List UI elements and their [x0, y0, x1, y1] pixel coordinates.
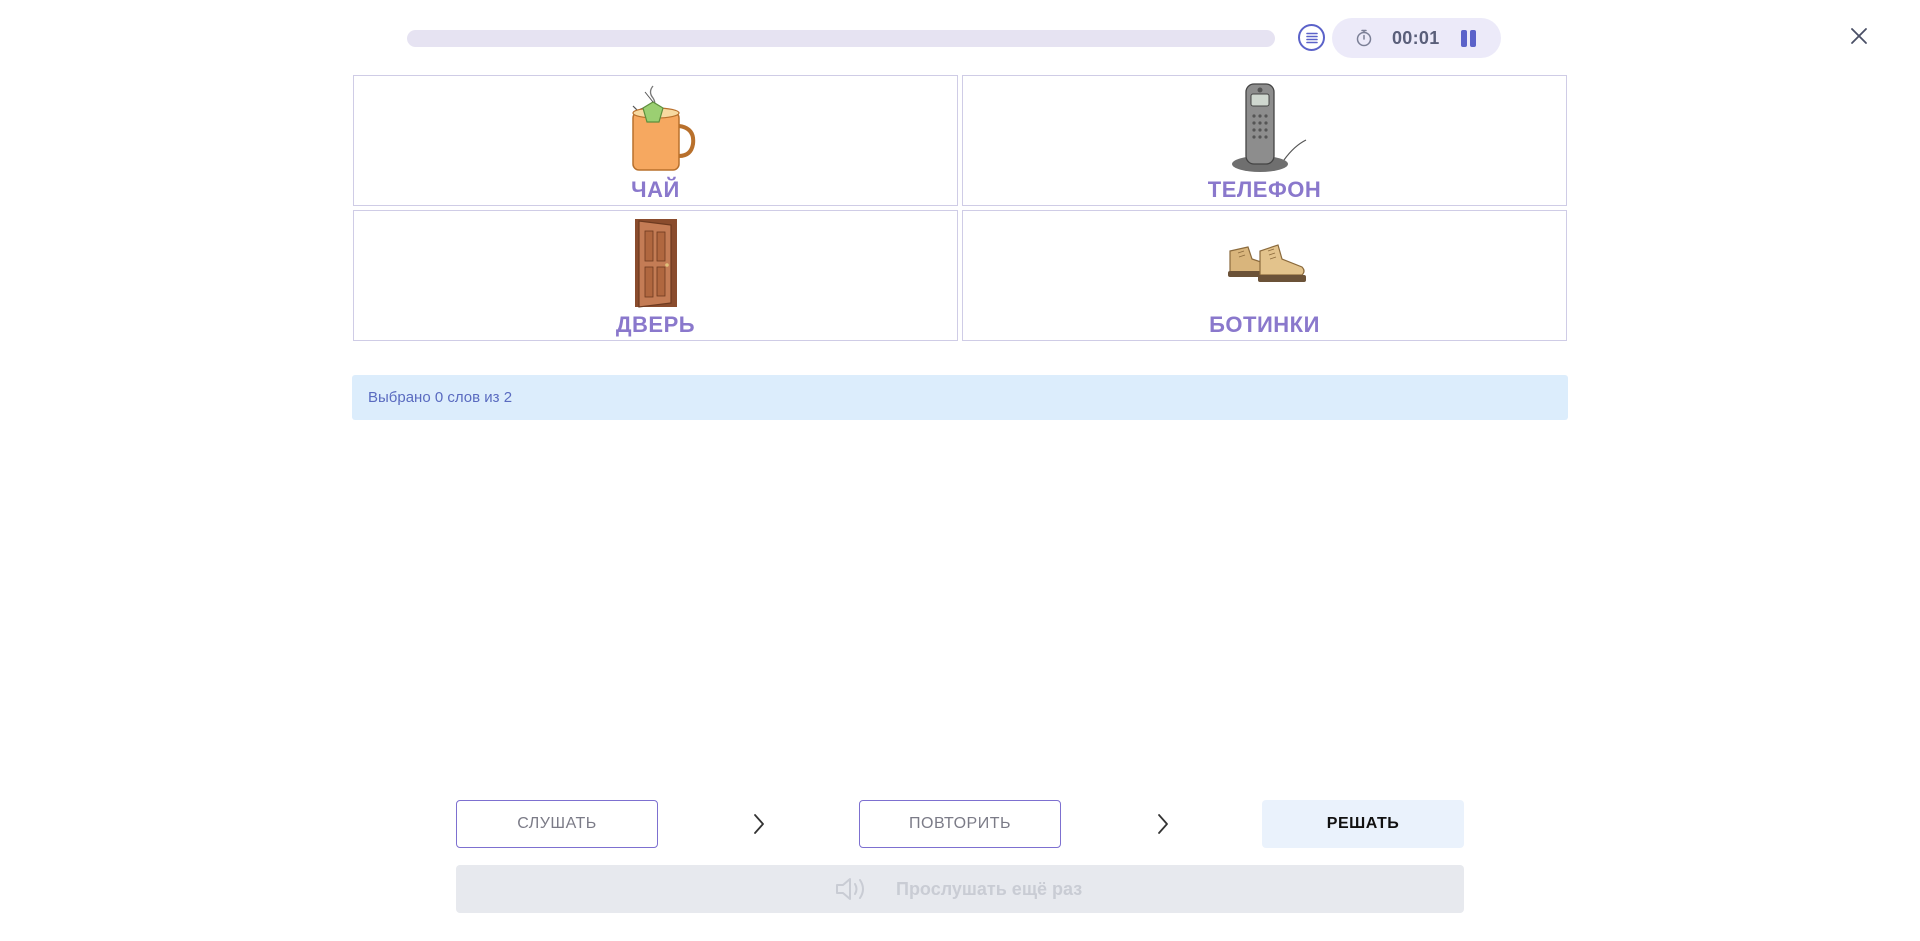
stopwatch-icon	[1354, 28, 1374, 48]
speaker-icon	[834, 876, 870, 902]
repeat-button[interactable]: ПОВТОРИТЬ	[859, 800, 1061, 848]
pause-icon[interactable]	[1459, 28, 1479, 48]
chevron-right-icon	[752, 813, 766, 835]
word-card-tea[interactable]: ЧАЙ	[353, 75, 958, 206]
selection-status-text: Выбрано 0 слов из 2	[368, 389, 513, 406]
selection-status: Выбрано 0 слов из 2	[352, 375, 1568, 420]
tea-cup-icon	[613, 82, 699, 174]
word-card-door[interactable]: ДВЕРЬ	[353, 210, 958, 341]
door-icon	[613, 217, 699, 309]
close-icon[interactable]	[1847, 24, 1871, 48]
word-label: БОТИНКИ	[1209, 312, 1320, 337]
word-label: ЧАЙ	[631, 177, 680, 202]
replay-button[interactable]: Прослушать ещё раз	[456, 865, 1464, 913]
boots-icon	[1222, 217, 1308, 309]
cordless-phone-icon	[1222, 82, 1308, 174]
listen-button[interactable]: СЛУШАТЬ	[456, 800, 658, 848]
word-label: ТЕЛЕФОН	[1207, 177, 1322, 202]
solve-button[interactable]: РЕШАТЬ	[1262, 800, 1464, 848]
word-grid: ЧАЙ ТЕЛЕФОН ДВЕРЬ БОТИНКИ	[353, 75, 1567, 342]
replay-label: Прослушать ещё раз	[896, 879, 1083, 899]
timer-text: 00:01	[1392, 28, 1440, 48]
timer-pill: 00:01	[1332, 18, 1501, 58]
top-bar: 00:01	[0, 0, 1920, 76]
list-icon[interactable]	[1298, 24, 1325, 51]
chevron-right-icon	[1156, 813, 1170, 835]
word-card-boots[interactable]: БОТИНКИ	[962, 210, 1567, 341]
progress-bar	[407, 30, 1275, 47]
steps-bar: СЛУШАТЬ ПОВТОРИТЬ РЕШАТЬ	[456, 800, 1464, 849]
word-label: ДВЕРЬ	[615, 312, 696, 337]
word-card-phone[interactable]: ТЕЛЕФОН	[962, 75, 1567, 206]
